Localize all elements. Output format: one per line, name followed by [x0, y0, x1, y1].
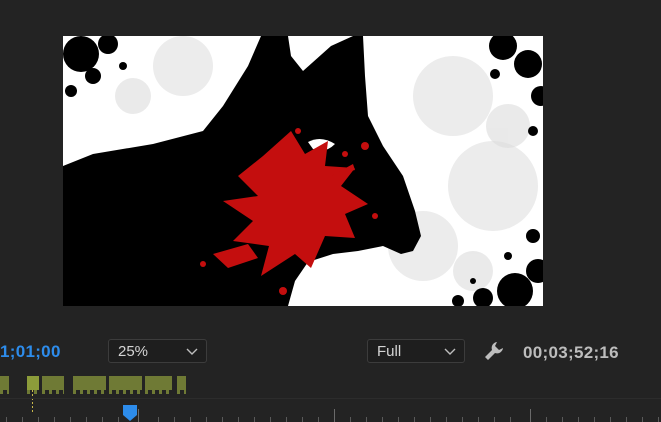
duration-timecode: 00;03;52;16 — [523, 343, 619, 362]
playback-resolution-value: Full — [377, 342, 402, 360]
zoom-level-value: 25% — [118, 342, 149, 360]
zoom-level-dropdown[interactable]: 25% — [108, 339, 207, 363]
timeline-marker[interactable] — [27, 376, 39, 394]
playback-resolution-dropdown[interactable]: Full — [367, 339, 465, 363]
timeline-marker[interactable] — [73, 376, 106, 394]
monitor-controls: 1;01;00 25% Full 00;03;52;16 — [0, 335, 661, 371]
video-frame — [63, 36, 543, 306]
timeline-marker[interactable] — [177, 376, 186, 394]
timeline-marker[interactable] — [145, 376, 172, 394]
wrench-icon[interactable] — [483, 340, 505, 362]
marker-track — [0, 373, 661, 414]
playhead-icon[interactable] — [122, 404, 138, 422]
playhead-timecode[interactable]: 1;01;00 — [0, 342, 61, 362]
time-ruler[interactable] — [0, 398, 661, 422]
program-monitor — [0, 0, 661, 330]
timeline-marker[interactable] — [42, 376, 64, 394]
chevron-down-icon — [186, 348, 198, 355]
timeline-marker[interactable] — [109, 376, 142, 394]
chevron-down-icon — [444, 348, 456, 355]
timeline-marker[interactable] — [0, 376, 9, 394]
